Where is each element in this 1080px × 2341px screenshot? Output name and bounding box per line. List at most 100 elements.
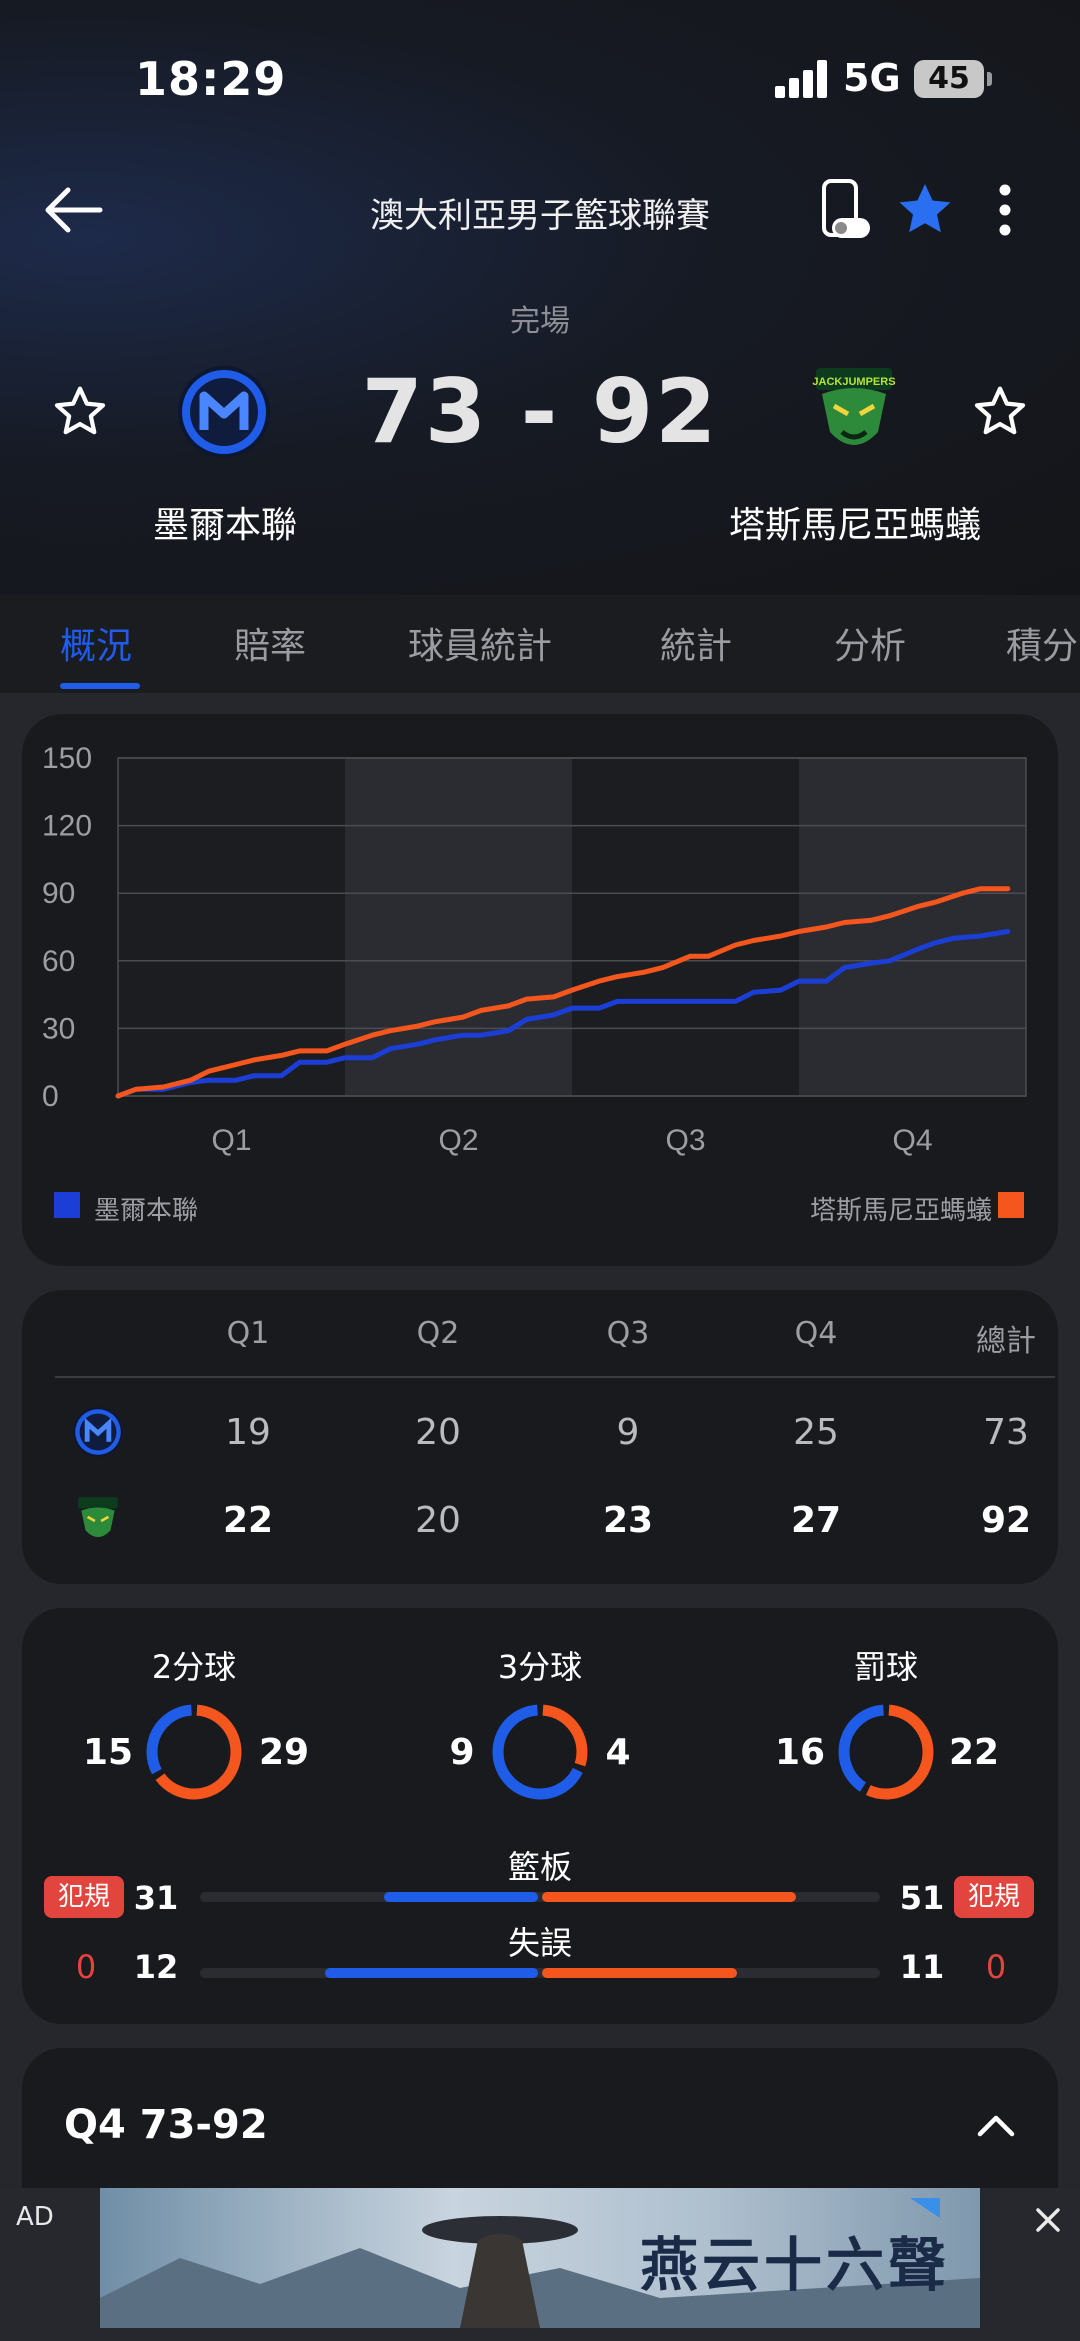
donut-2pt xyxy=(146,1704,242,1800)
away-q3-score: 23 xyxy=(602,1500,654,1541)
more-menu-icon[interactable] xyxy=(990,180,1020,240)
quarter-score-card xyxy=(22,1290,1058,1584)
y-tick-label: 0 xyxy=(42,1080,59,1113)
y-tick-label: 120 xyxy=(42,810,92,843)
battery-tip xyxy=(987,72,992,86)
active-tab-indicator xyxy=(60,683,140,689)
away-logo-text: JACKJUMPERS xyxy=(812,376,895,388)
ad-tag: AD xyxy=(16,2202,54,2232)
follow-home-star-icon[interactable] xyxy=(52,384,108,440)
status-time: 18:29 xyxy=(135,52,287,106)
favorite-star-icon[interactable] xyxy=(895,180,955,240)
home-row-logo xyxy=(72,1406,124,1458)
home-fouls-count: 0 xyxy=(75,1948,97,1986)
tab-odds[interactable]: 賠率 xyxy=(234,617,306,669)
battery-icon: 45 xyxy=(914,60,984,98)
home-turnovers: 12 xyxy=(133,1948,179,1986)
table-divider xyxy=(55,1376,1055,1378)
home-q3-score: 9 xyxy=(616,1412,640,1453)
home-ft-made: 16 xyxy=(774,1732,826,1773)
quarter-band xyxy=(118,758,345,1096)
tab-standings[interactable]: 積分 xyxy=(1006,617,1078,669)
league-title: 澳大利亞男子籃球聯賽 xyxy=(370,196,710,236)
quarter-summary-title: Q4 73-92 xyxy=(64,2102,268,2148)
status-bar: 18:29 5G 45 xyxy=(0,0,1080,160)
away-team-name: 塔斯馬尼亞螞蟻 xyxy=(728,505,981,546)
phone-toggle-icon[interactable] xyxy=(820,178,872,240)
away-q2-score: 20 xyxy=(415,1500,461,1541)
quarter-band xyxy=(345,758,572,1096)
away-fouls-count: 0 xyxy=(985,1948,1007,1986)
ad-bar: AD 燕云十六聲 xyxy=(0,2188,1080,2341)
x-tick-label: Q1 xyxy=(211,1124,251,1157)
close-icon[interactable] xyxy=(1030,2202,1066,2238)
quarter-band xyxy=(572,758,799,1096)
away-q4-score: 27 xyxy=(790,1500,842,1541)
home-turnovers-fill xyxy=(325,1968,538,1978)
rebounds-bar xyxy=(200,1892,880,1902)
home-2pt-made: 15 xyxy=(82,1732,134,1773)
home-q4-score: 25 xyxy=(793,1412,839,1453)
home-team-logo xyxy=(176,364,272,460)
score-progress-chart: 150 120 90 60 30 0 Q1 Q2 Q3 Q4 xyxy=(42,742,1027,1157)
away-legend-swatch xyxy=(998,1192,1024,1218)
home-team-name: 墨爾本聯 xyxy=(152,505,297,546)
away-rebounds: 51 xyxy=(899,1879,945,1917)
turnovers-bar xyxy=(200,1968,880,1978)
away-q1-score: 22 xyxy=(222,1500,274,1541)
y-tick-label: 60 xyxy=(42,945,75,978)
away-legend-label: 塔斯馬尼亞螞蟻 xyxy=(809,1196,992,1226)
x-tick-label: Q4 xyxy=(892,1124,932,1157)
header-total: 總計 xyxy=(976,1324,1036,1359)
shot-label-3pt: 3分球 xyxy=(497,1648,583,1686)
header-q2: Q2 xyxy=(416,1316,460,1351)
y-tick-label: 30 xyxy=(42,1012,75,1045)
tab-stats[interactable]: 統計 xyxy=(660,617,732,669)
away-turnovers: 11 xyxy=(899,1948,945,1986)
header-q3: Q3 xyxy=(606,1316,650,1351)
header-q4: Q4 xyxy=(794,1316,838,1351)
home-foul-badge: 犯規 xyxy=(44,1876,124,1918)
shot-label-2pt: 2分球 xyxy=(151,1648,237,1686)
ad-headline: 燕云十六聲 xyxy=(640,2231,951,2299)
away-row-logo xyxy=(76,1494,120,1546)
tab-overview[interactable]: 概況 xyxy=(60,617,132,669)
top-bar: 澳大利亞男子籃球聯賽 xyxy=(0,160,1080,260)
away-total-score: 92 xyxy=(980,1500,1032,1541)
tab-bar: 概況 賠率 球員統計 統計 分析 積分 xyxy=(0,595,1080,693)
network-type: 5G xyxy=(843,56,901,100)
header-q1: Q1 xyxy=(226,1316,270,1351)
home-rebounds: 31 xyxy=(133,1879,179,1917)
rebounds-label: 籃板 xyxy=(507,1848,572,1886)
score-progress-card: 150 120 90 60 30 0 Q1 Q2 Q3 Q4 墨爾本聯 塔斯馬尼亞螞蟻 xyxy=(22,714,1058,1266)
home-total-score: 73 xyxy=(983,1412,1029,1453)
chevron-up-icon[interactable] xyxy=(970,2100,1022,2152)
y-tick-label: 90 xyxy=(42,877,75,910)
away-rebounds-fill xyxy=(542,1892,796,1902)
ad-banner[interactable]: 燕云十六聲 xyxy=(100,2188,980,2328)
x-tick-label: Q2 xyxy=(438,1124,478,1157)
match-status: 完場 xyxy=(510,304,570,339)
back-arrow-icon[interactable] xyxy=(40,180,110,240)
turnovers-label: 失誤 xyxy=(507,1924,572,1962)
away-ft-made: 22 xyxy=(948,1732,1000,1773)
home-q2-score: 20 xyxy=(415,1412,461,1453)
signal-icon xyxy=(775,60,829,98)
x-tick-label: Q3 xyxy=(665,1124,705,1157)
away-2pt-made: 29 xyxy=(258,1732,310,1773)
home-legend-swatch xyxy=(54,1192,80,1218)
home-rebounds-fill xyxy=(383,1892,538,1902)
home-q1-score: 19 xyxy=(225,1412,271,1453)
home-legend-label: 墨爾本聯 xyxy=(94,1196,199,1226)
away-3pt-made: 4 xyxy=(605,1732,631,1773)
donut-ft xyxy=(838,1704,934,1800)
shot-label-ft: 罰球 xyxy=(853,1648,918,1686)
tab-player-stats[interactable]: 球員統計 xyxy=(408,617,552,669)
away-foul-badge: 犯規 xyxy=(954,1876,1034,1918)
donut-3pt xyxy=(492,1704,588,1800)
match-score: 73 - 92 xyxy=(361,360,719,463)
away-team-logo: JACKJUMPERS xyxy=(812,362,896,462)
tab-analysis[interactable]: 分析 xyxy=(834,617,906,669)
follow-away-star-icon[interactable] xyxy=(972,384,1028,440)
away-turnovers-fill xyxy=(542,1968,738,1978)
